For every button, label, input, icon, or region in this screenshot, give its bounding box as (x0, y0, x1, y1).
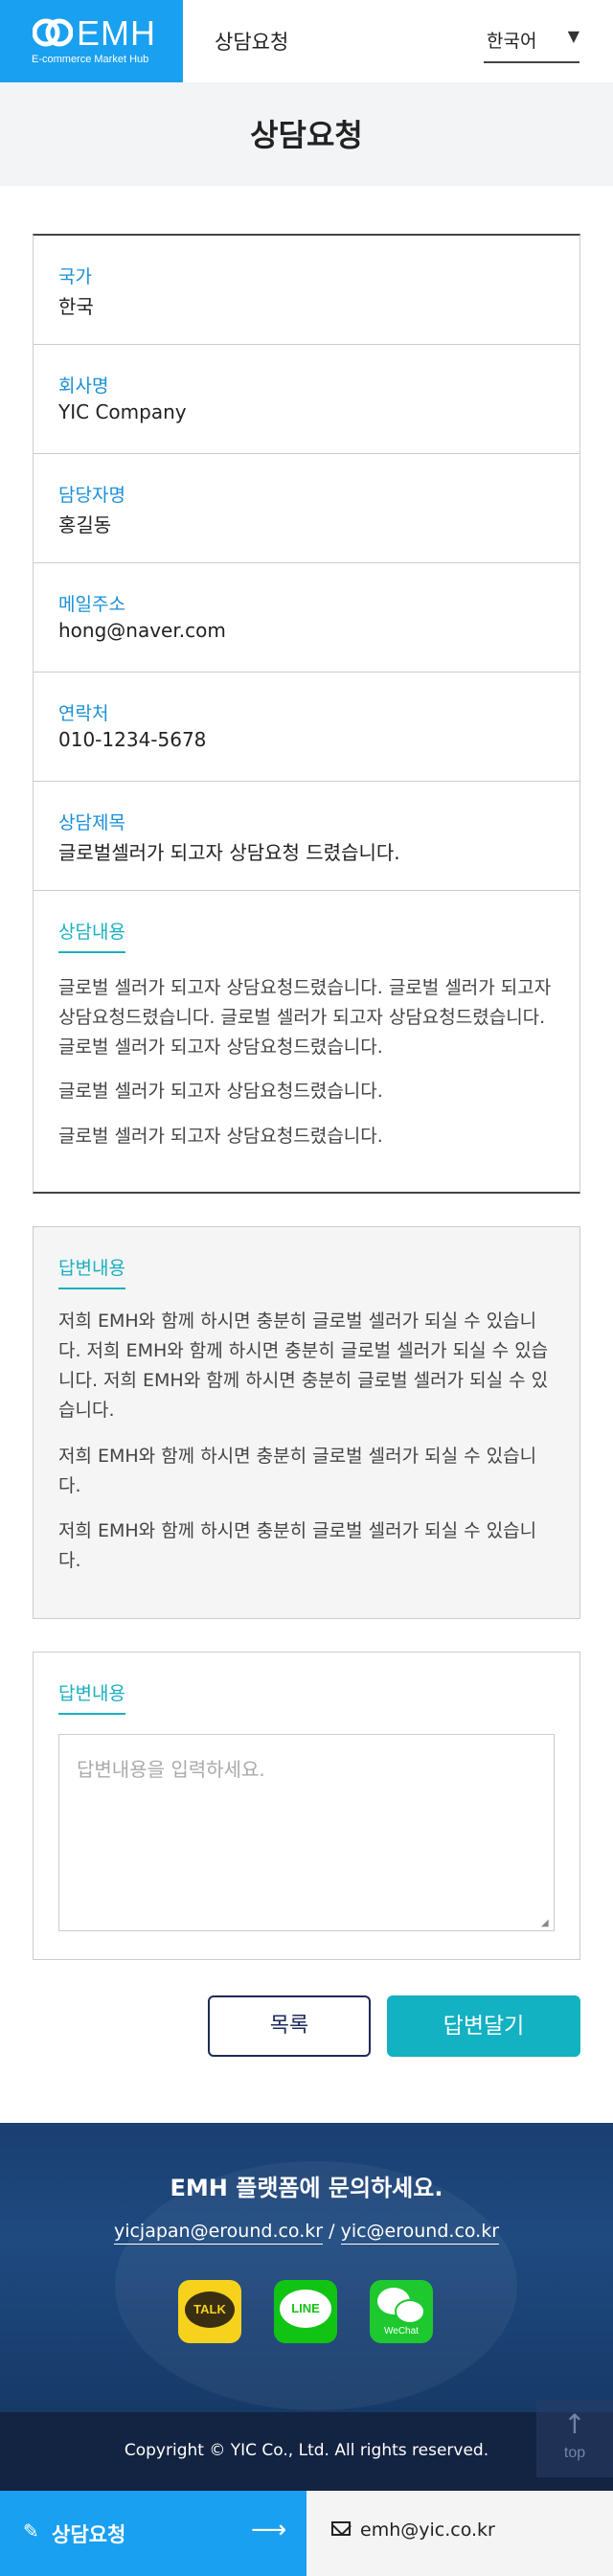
footer-email-link[interactable]: yic@eround.co.kr (340, 2221, 500, 2245)
field-value: 한국 (58, 295, 94, 318)
field-label: 국가 (58, 266, 92, 287)
field-value: 홍길동 (58, 513, 112, 536)
field-label: 담당자명 (58, 485, 125, 506)
pencil-icon: ✎ (23, 2519, 39, 2542)
field-value: YIC Company (58, 400, 187, 423)
reply-form: 답변내용 ◢ (33, 1652, 580, 1960)
field-content: 상담내용 글로벌 셀러가 되고자 상담요청드렸습니다. 글로벌 셀러가 되고자 … (34, 891, 579, 1192)
wechat-icon[interactable]: WeChat (370, 2280, 433, 2343)
footer-email-link[interactable]: yicjapan@eround.co.kr (113, 2221, 324, 2245)
consultation-detail: 국가 한국 회사명 YIC Company 담당자명 홍길동 메일주소 hong… (33, 234, 580, 1194)
scroll-top-button[interactable]: ↑ top (536, 2401, 613, 2477)
language-select[interactable]: 한국어 ▼ (484, 23, 579, 63)
bottom-bar: ✎ 상담요청 ⟶ emh@yic.co.kr (0, 2491, 613, 2576)
field-label: 상담제목 (58, 812, 125, 833)
field-value: 글로벌셀러가 되고자 상담요청 드렸습니다. (58, 841, 400, 864)
field-manager: 담당자명 홍길동 (34, 454, 579, 563)
kakaotalk-label: TALK (185, 2291, 235, 2328)
answer-box: 답변내용 저희 EMH와 함께 하시면 충분히 글로벌 셀러가 되실 수 있습니… (33, 1226, 580, 1619)
line-label: LINE (280, 2290, 331, 2328)
reply-label: 답변내용 (58, 1679, 125, 1715)
arrow-right-icon: ⟶ (251, 2516, 287, 2544)
field-label: 연락처 (58, 703, 109, 724)
answer-paragraph: 저희 EMH와 함께 하시면 충분히 글로벌 셀러가 되실 수 있습니다. (58, 1520, 537, 1571)
copyright-text: Copyright © YIC Co., Ltd. All rights res… (124, 2441, 489, 2460)
wechat-bubble (395, 2299, 425, 2324)
field-value: hong@naver.com (58, 619, 226, 642)
logo-text: EMH (77, 13, 156, 53)
copyright-bar: Copyright © YIC Co., Ltd. All rights res… (0, 2412, 613, 2491)
resize-grip-icon[interactable]: ◢ (541, 1919, 551, 1928)
reply-textarea[interactable] (58, 1734, 555, 1931)
contact-email: emh@yic.co.kr (360, 2519, 495, 2541)
dropdown-arrow-icon: ▼ (567, 27, 579, 45)
title-band: 상담요청 (0, 82, 613, 186)
answer-label: 답변내용 (58, 1254, 125, 1289)
field-value: 010-1234-5678 (58, 728, 207, 751)
footer: EMH 플랫폼에 문의하세요. yicjapan@eround.co.kr / … (0, 2123, 613, 2412)
mail-icon (331, 2521, 351, 2536)
scroll-top-label: top (563, 2445, 586, 2461)
line-icon[interactable]: LINE (274, 2280, 337, 2343)
submit-answer-button[interactable]: 답변달기 (387, 1995, 580, 2057)
logo[interactable]: EMH E-commerce Market Hub (0, 0, 183, 82)
consult-request-label: 상담요청 (52, 2523, 126, 2546)
email-separator: / (329, 2221, 335, 2242)
arrow-up-icon: ↑ (563, 2408, 586, 2440)
page-title: 상담요청 (250, 117, 363, 153)
language-value: 한국어 (487, 31, 537, 52)
content-label: 상담내용 (58, 918, 125, 953)
email-contact[interactable]: emh@yic.co.kr (306, 2491, 613, 2576)
field-company: 회사명 YIC Company (34, 345, 579, 454)
logo-mark-icon (33, 18, 73, 47)
logo-subtitle: E-commerce Market Hub (32, 54, 149, 65)
footer-emails: yicjapan@eround.co.kr / yic@eround.co.kr (0, 2221, 613, 2245)
header-title[interactable]: 상담요청 (215, 27, 288, 56)
field-label: 회사명 (58, 376, 109, 397)
field-label: 메일주소 (58, 594, 125, 615)
answer-paragraph: 저희 EMH와 함께 하시면 충분히 글로벌 셀러가 되실 수 있습니다. (58, 1446, 537, 1496)
field-phone: 연락처 010-1234-5678 (34, 672, 579, 782)
list-button[interactable]: 목록 (208, 1995, 371, 2057)
answer-paragraph: 저희 EMH와 함께 하시면 충분히 글로벌 셀러가 되실 수 있습니다. 저희… (58, 1311, 549, 1421)
consult-request-button[interactable]: ✎ 상담요청 ⟶ (0, 2491, 306, 2576)
field-country: 국가 한국 (34, 236, 579, 345)
content-paragraph: 글로벌 셀러가 되고자 상담요청드렸습니다. (58, 1081, 383, 1102)
header: EMH E-commerce Market Hub 상담요청 한국어 ▼ (0, 0, 613, 82)
footer-title: EMH 플랫폼에 문의하세요. (170, 2175, 443, 2201)
wechat-label: WeChat (384, 2326, 419, 2337)
kakaotalk-icon[interactable]: TALK (178, 2280, 241, 2343)
field-email: 메일주소 hong@naver.com (34, 563, 579, 672)
field-subject: 상담제목 글로벌셀러가 되고자 상담요청 드렸습니다. (34, 782, 579, 891)
content-paragraph: 글로벌 셀러가 되고자 상담요청드렸습니다. (58, 1126, 383, 1147)
content-paragraph: 글로벌 셀러가 되고자 상담요청드렸습니다. 글로벌 셀러가 되고자 상담요청드… (58, 977, 552, 1058)
